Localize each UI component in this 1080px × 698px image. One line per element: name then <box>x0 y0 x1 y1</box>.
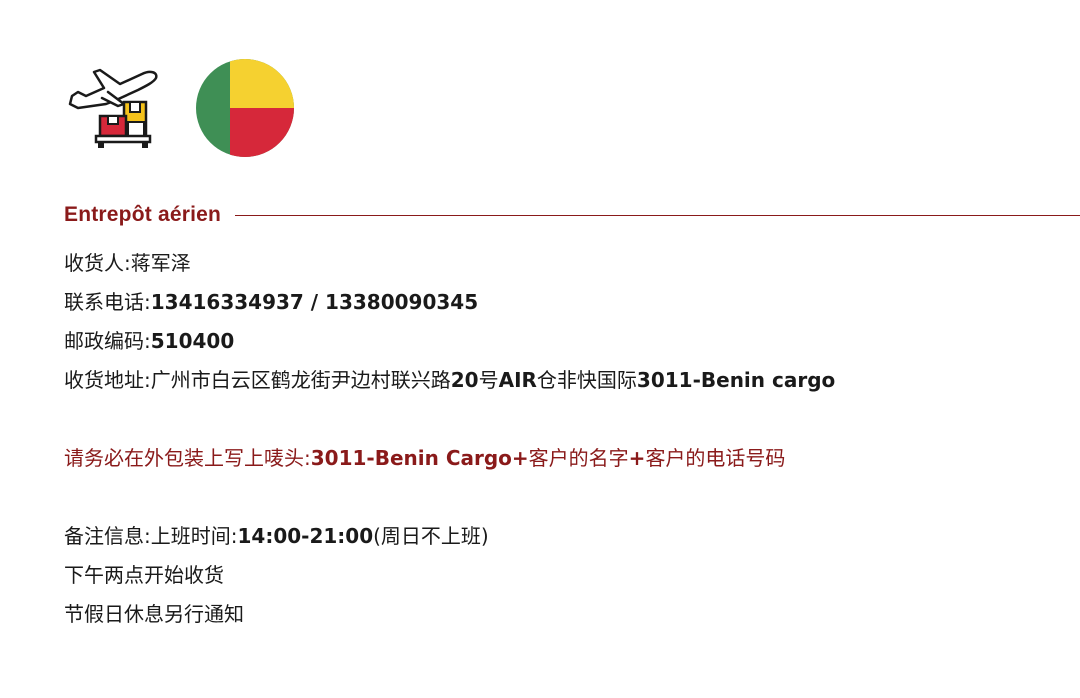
address-value-part-5: 仓非快国际 <box>536 368 637 392</box>
notice-text-1: 请务必在外包装上写上唛头: <box>64 446 311 470</box>
address-value-part-4: AIR <box>498 368 537 392</box>
recipient-label: 收货人: <box>64 251 131 275</box>
address-value-part-3: 号 <box>478 368 499 392</box>
address-value-part-2: 20 <box>450 368 479 392</box>
phone-value: 13416334937 / 13380090345 <box>150 290 479 314</box>
notice-text-3: 客户的名字 <box>528 446 629 470</box>
hours-value: 14:00-21:00 <box>237 524 374 548</box>
address-block: 收货人:蒋军泽 联系电话:13416334937 / 13380090345 邮… <box>64 246 1064 636</box>
phone-line: 联系电话:13416334937 / 13380090345 <box>64 285 1064 324</box>
hours-label: 上班时间: <box>150 524 238 548</box>
header-icons <box>64 58 164 158</box>
phone-label: 联系电话: <box>64 290 151 314</box>
notice-text-5: 客户的电话号码 <box>645 446 786 470</box>
section-title: Entrepôt aérien <box>64 203 222 226</box>
benin-flag-icon <box>196 59 294 157</box>
holiday-note: 节假日休息另行通知 <box>64 602 244 626</box>
remarks-line-3: 节假日休息另行通知 <box>64 597 1064 636</box>
receiving-start-note: 下午两点开始收货 <box>64 563 224 587</box>
section-divider <box>235 214 1080 216</box>
postcode-value: 510400 <box>150 329 235 353</box>
remarks-line: 备注信息:上班时间:14:00-21:00(周日不上班) <box>64 519 1064 558</box>
shipping-mark-notice: 请务必在外包装上写上唛头:3011-Benin Cargo+客户的名字+客户的电… <box>64 441 1064 480</box>
address-label: 收货地址: <box>64 368 151 392</box>
postcode-line: 邮政编码:510400 <box>64 324 1064 363</box>
address-value-part-1: 广州市白云区鹤龙街尹边村联兴路 <box>150 368 451 392</box>
notice-text-2: 3011-Benin Cargo+ <box>310 446 529 470</box>
recipient-line: 收货人:蒋军泽 <box>64 246 1064 285</box>
address-value-part-6: 3011-Benin cargo <box>636 368 836 392</box>
notice-text-4: + <box>628 446 646 470</box>
remarks-label: 备注信息: <box>64 524 151 548</box>
section-header: Entrepôt aérien <box>64 200 1080 230</box>
postcode-label: 邮政编码: <box>64 329 151 353</box>
recipient-value: 蒋军泽 <box>130 251 191 275</box>
airplane-cargo-icon <box>68 68 158 148</box>
hours-note: (周日不上班) <box>373 524 489 548</box>
remarks-line-2: 下午两点开始收货 <box>64 558 1064 597</box>
address-line: 收货地址:广州市白云区鹤龙街尹边村联兴路20号AIR仓非快国际3011-Beni… <box>64 363 1064 402</box>
